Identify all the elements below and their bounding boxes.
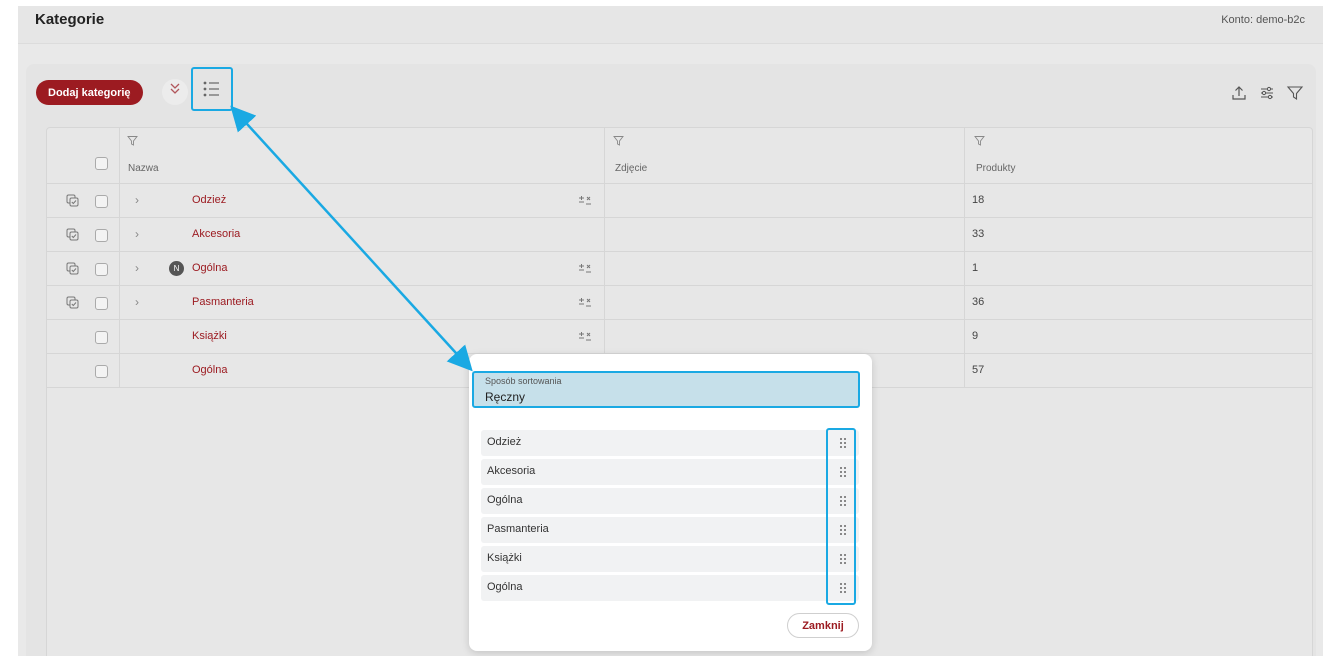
table-row[interactable]: › N Ogólna 1 — [47, 252, 1312, 286]
table-row[interactable]: › Pasmanteria 36 — [47, 286, 1312, 320]
sort-modal: Sposób sortowania Ręczny Odzież Akcesori… — [469, 354, 872, 651]
category-name-link[interactable]: Książki — [192, 330, 227, 342]
row-checkbox[interactable] — [95, 297, 108, 310]
drag-handles-highlight — [826, 428, 856, 605]
page-header: Kategorie Konto: demo-b2c — [18, 6, 1323, 44]
add-category-button[interactable]: Dodaj kategorię — [36, 80, 143, 105]
sliders-icon[interactable] — [1258, 84, 1276, 102]
expand-chevron-icon[interactable]: › — [135, 261, 139, 275]
sort-list-icon — [203, 81, 219, 97]
attributes-icon[interactable] — [578, 296, 592, 309]
expand-chevron-icon[interactable]: › — [135, 295, 139, 309]
toolbar-right — [1230, 84, 1304, 102]
sortable-item[interactable]: Książki — [481, 546, 859, 572]
sortable-item[interactable]: Ogólna — [481, 575, 859, 601]
expand-chevron-icon[interactable]: › — [135, 227, 139, 241]
products-count: 57 — [972, 364, 985, 376]
products-count: 18 — [972, 194, 985, 206]
sort-method-select[interactable]: Sposób sortowania Ręczny — [472, 371, 860, 408]
sortable-item[interactable]: Pasmanteria — [481, 517, 859, 543]
category-name-link[interactable]: Ogólna — [192, 262, 227, 274]
select-all-checkbox[interactable] — [95, 157, 108, 170]
row-checkbox[interactable] — [95, 229, 108, 242]
image-filter-icon[interactable] — [613, 135, 624, 146]
sortable-list: Odzież Akcesoria Ogólna Pasmanteria Ksią… — [481, 430, 859, 604]
attributes-icon[interactable] — [578, 262, 592, 275]
table-row[interactable]: Książki 9 — [47, 320, 1312, 354]
attributes-icon[interactable] — [578, 330, 592, 343]
table-row[interactable]: › Akcesoria 33 — [47, 218, 1312, 252]
sortable-item-label: Ogólna — [487, 581, 523, 593]
category-name-link[interactable]: Ogólna — [192, 364, 227, 376]
products-count: 33 — [972, 228, 985, 240]
column-header-image[interactable]: Zdjęcie — [615, 163, 647, 174]
attributes-icon[interactable] — [578, 194, 592, 207]
row-checkbox[interactable] — [95, 195, 108, 208]
table-row[interactable]: › Odzież 18 — [47, 184, 1312, 218]
category-name-link[interactable]: Pasmanteria — [192, 296, 254, 308]
sortable-item[interactable]: Akcesoria — [481, 459, 859, 485]
sortable-item-label: Ogólna — [487, 494, 523, 506]
sort-method-label: Sposób sortowania — [485, 376, 562, 386]
double-chevron-down-icon[interactable] — [162, 79, 188, 105]
category-name-link[interactable]: Odzież — [192, 194, 226, 206]
category-name-link[interactable]: Akcesoria — [192, 228, 240, 240]
duplicate-icon[interactable] — [66, 296, 79, 309]
duplicate-icon[interactable] — [66, 228, 79, 241]
sortable-item[interactable]: Ogólna — [481, 488, 859, 514]
row-checkbox[interactable] — [95, 331, 108, 344]
expand-chevron-icon[interactable]: › — [135, 193, 139, 207]
products-filter-icon[interactable] — [974, 135, 985, 146]
row-checkbox[interactable] — [95, 263, 108, 276]
column-header-products[interactable]: Produkty — [976, 163, 1015, 174]
column-header-name[interactable]: Nazwa — [128, 163, 159, 174]
table-header: Nazwa Zdjęcie Produkty — [47, 128, 1312, 184]
status-badge: N — [169, 261, 184, 276]
sort-order-button[interactable] — [191, 67, 233, 111]
close-button[interactable]: Zamknij — [787, 613, 859, 638]
products-count: 36 — [972, 296, 985, 308]
name-filter-icon[interactable] — [127, 135, 138, 146]
filter-icon[interactable] — [1286, 84, 1304, 102]
duplicate-icon[interactable] — [66, 262, 79, 275]
sortable-item[interactable]: Odzież — [481, 430, 859, 456]
row-checkbox[interactable] — [95, 365, 108, 378]
sortable-item-label: Akcesoria — [487, 465, 536, 477]
sortable-item-label: Pasmanteria — [487, 523, 549, 535]
sortable-item-label: Odzież — [487, 436, 522, 448]
page-title: Kategorie — [35, 11, 105, 28]
sortable-item-label: Książki — [487, 552, 522, 564]
products-count: 1 — [972, 262, 979, 274]
sort-method-value: Ręczny — [485, 390, 526, 404]
products-count: 9 — [972, 330, 979, 342]
account-label: Konto: demo-b2c — [1221, 14, 1305, 26]
upload-icon[interactable] — [1230, 84, 1248, 102]
duplicate-icon[interactable] — [66, 194, 79, 207]
